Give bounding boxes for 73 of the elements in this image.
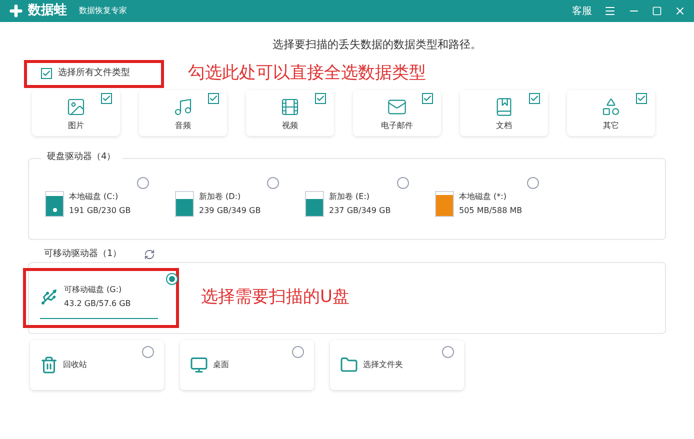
checkbox[interactable] (208, 92, 219, 104)
menu-icon[interactable] (604, 5, 616, 17)
annotation-text: 选择需要扫描的U盘 (201, 286, 350, 309)
annotation-text: 勾选此处可以直接全选数据类型 (188, 62, 426, 85)
location-label: 回收站 (63, 358, 87, 370)
radio-button[interactable] (137, 176, 149, 188)
instruction-text: 选择要扫描的丢失数据的数据类型和路径。 (272, 37, 482, 53)
file-type-card[interactable]: 音频 (139, 90, 227, 136)
drive-name: 新加卷 (D:) (199, 190, 242, 202)
section-title: 可移动驱动器（1） (44, 248, 122, 261)
checkbox[interactable] (636, 92, 647, 104)
drive-item[interactable]: 新加卷 (D:) 239 GB/349 GB (175, 180, 279, 226)
disk-usage-icon (305, 190, 324, 216)
file-type-card[interactable]: 其它 (567, 90, 655, 136)
location-card[interactable]: 桌面 (180, 340, 314, 390)
drive-size: 237 GB/349 GB (329, 204, 391, 216)
file-type-card[interactable]: 电子邮件 (353, 90, 441, 136)
file-type-label: 视频 (282, 120, 298, 132)
location-card[interactable]: 选择文件夹 (330, 340, 464, 390)
shapes-icon (601, 96, 621, 116)
film-icon (280, 96, 300, 116)
book-icon (494, 96, 514, 116)
image-icon (66, 96, 86, 116)
drive-item[interactable]: 本地磁盘 (*:) 505 MB/588 MB (435, 180, 539, 226)
file-type-label: 文档 (496, 120, 512, 132)
drive-item[interactable]: 新加卷 (E:) 237 GB/349 GB (305, 180, 409, 226)
drive-item[interactable]: 本地磁盘 (C:) 191 GB/230 GB (45, 180, 149, 226)
location-card[interactable]: 回收站 (30, 340, 164, 390)
drive-size: 239 GB/349 GB (199, 204, 261, 216)
file-type-label: 图片 (68, 120, 84, 132)
checkbox[interactable] (529, 92, 540, 104)
app-name: 数据蛙 (28, 2, 67, 20)
radio-button[interactable] (442, 346, 454, 358)
checkbox[interactable] (41, 68, 52, 79)
checkbox[interactable] (422, 92, 433, 104)
folder-icon (340, 356, 358, 374)
drive-name: 可移动磁盘 (G:) (64, 284, 123, 296)
checkbox[interactable] (315, 92, 326, 104)
radio-button[interactable] (142, 346, 154, 358)
drive-name: 本地磁盘 (*:) (459, 190, 508, 202)
location-label: 选择文件夹 (363, 358, 403, 370)
checkbox[interactable] (101, 92, 112, 104)
music-icon (173, 96, 193, 116)
disk-usage-icon (175, 190, 194, 216)
radio-button[interactable] (166, 272, 178, 284)
location-label: 桌面 (213, 358, 229, 370)
refresh-icon[interactable] (144, 249, 155, 260)
trash-icon (40, 356, 58, 374)
close-icon[interactable] (674, 5, 686, 17)
file-type-label: 电子邮件 (381, 120, 413, 132)
file-type-label: 音频 (175, 120, 191, 132)
file-type-card[interactable]: 视频 (246, 90, 334, 136)
drive-item[interactable]: 可移动磁盘 (G:) 43.2 GB/57.6 GB (40, 276, 158, 318)
drive-size: 505 MB/588 MB (459, 204, 522, 216)
drive-name: 本地磁盘 (C:) (69, 190, 120, 202)
radio-button[interactable] (267, 176, 279, 188)
service-button[interactable]: 客服 (572, 4, 592, 18)
disk-usage-icon (435, 190, 454, 216)
cross-logo-icon (8, 3, 24, 19)
usb-drive-icon (40, 288, 58, 306)
maximize-icon[interactable] (652, 6, 662, 16)
radio-button[interactable] (397, 176, 409, 188)
file-type-card[interactable]: 图片 (32, 90, 120, 136)
drive-name: 新加卷 (E:) (329, 190, 371, 202)
monitor-icon (190, 356, 208, 374)
file-type-card[interactable]: 文档 (460, 90, 548, 136)
file-type-label: 其它 (603, 120, 619, 132)
drive-size: 191 GB/230 GB (69, 204, 131, 216)
radio-button[interactable] (292, 346, 304, 358)
app-subtitle: 数据恢复专家 (79, 5, 127, 17)
select-all-label: 选择所有文件类型 (58, 66, 130, 80)
drive-size: 43.2 GB/57.6 GB (64, 298, 131, 310)
radio-button[interactable] (527, 176, 539, 188)
